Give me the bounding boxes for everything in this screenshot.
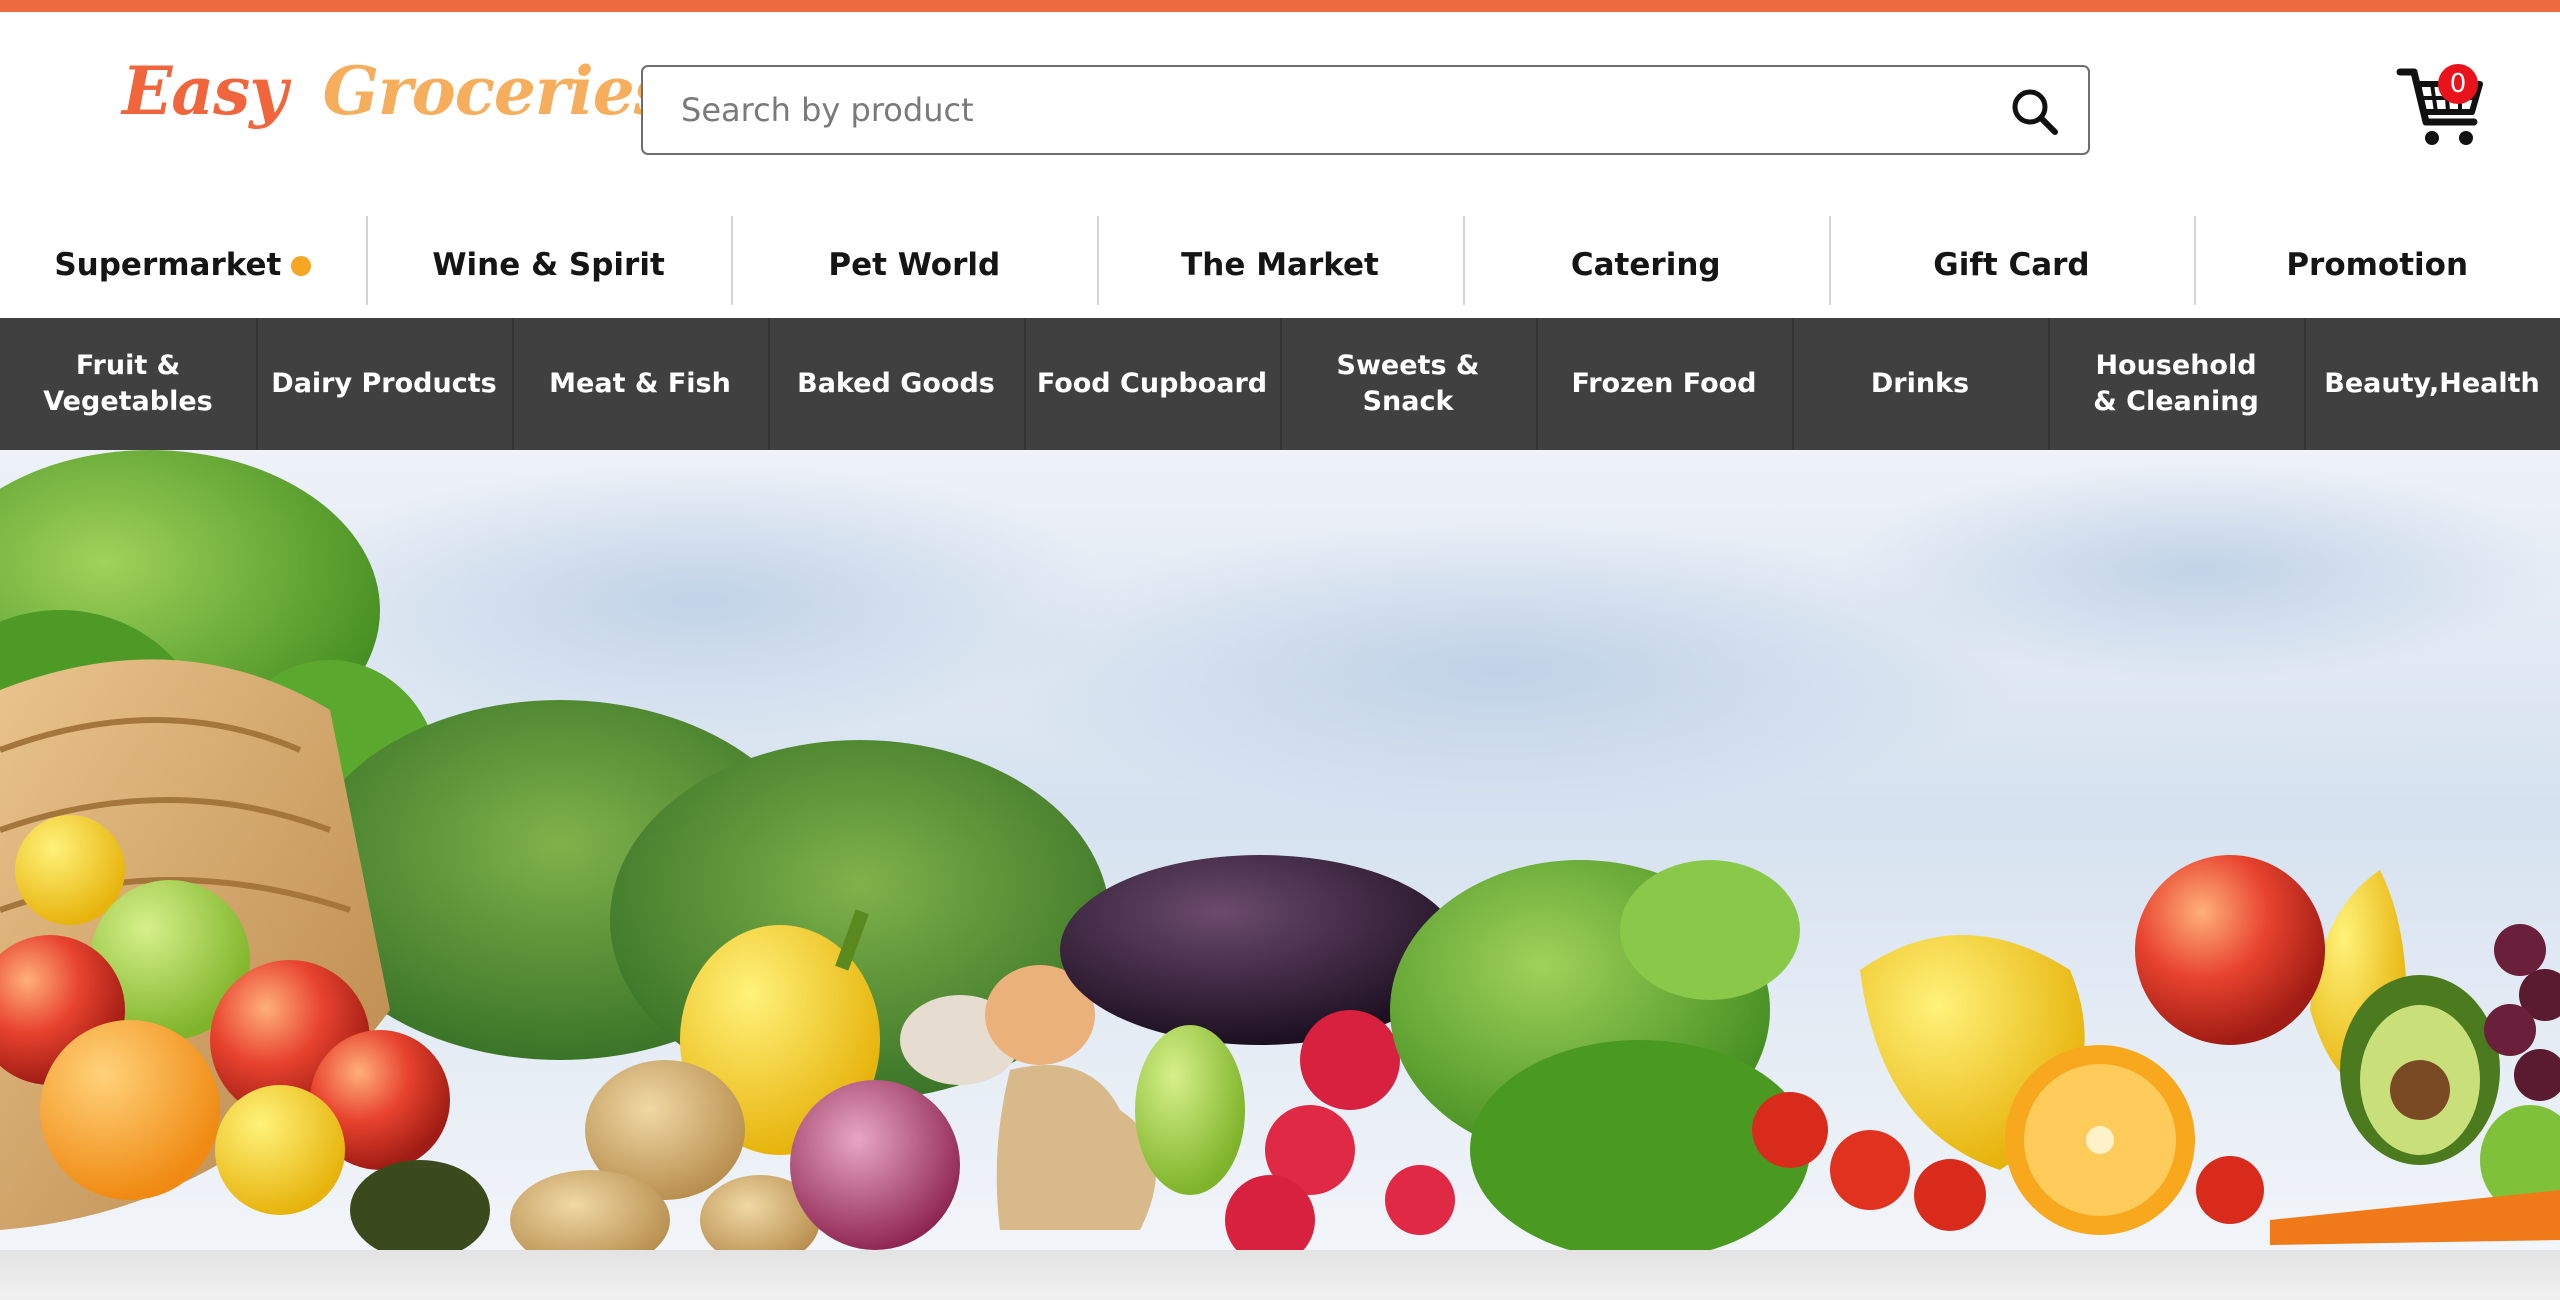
main-nav-label: Supermarket [54, 246, 282, 283]
category-label: Fruit & Vegetables [43, 350, 213, 417]
category-fruit-vegetables[interactable]: Fruit & Vegetables [0, 318, 256, 450]
category-label: Household & Cleaning [2093, 350, 2259, 417]
category-baked-goods[interactable]: Baked Goods [768, 318, 1024, 450]
main-nav: Supermarket Wine & Spirit Pet World The … [0, 210, 2560, 320]
search-button[interactable] [2008, 85, 2062, 139]
hero-produce-image [0, 450, 2560, 1250]
category-meat-fish[interactable]: Meat & Fish [512, 318, 768, 450]
category-sweets-snack[interactable]: Sweets & Snack [1280, 318, 1536, 450]
logo-word-groceries: Groceries [322, 52, 671, 130]
main-nav-wine-spirit[interactable]: Wine & Spirit [365, 210, 732, 319]
category-food-cupboard[interactable]: Food Cupboard [1024, 318, 1280, 450]
logo-word-easy: Easy [122, 52, 288, 130]
category-drinks[interactable]: Drinks [1792, 318, 2048, 450]
category-label: Baked Goods [797, 368, 995, 399]
category-household-cleaning[interactable]: Household & Cleaning [2048, 318, 2304, 450]
hero-banner[interactable] [0, 450, 2560, 1250]
cart-count-badge: 0 [2438, 64, 2478, 104]
category-dairy-products[interactable]: Dairy Products [256, 318, 512, 450]
page-content-strip [0, 1250, 2560, 1300]
category-nav: Fruit & Vegetables Dairy Products Meat &… [0, 318, 2560, 450]
category-label: Beauty,Health [2324, 368, 2540, 399]
main-nav-label: Catering [1570, 246, 1721, 283]
main-nav-gift-card[interactable]: Gift Card [1828, 210, 2195, 319]
search-bar [641, 65, 2090, 155]
main-nav-label: Gift Card [1933, 246, 2090, 283]
category-label: Food Cupboard [1036, 368, 1268, 399]
top-accent-strip [0, 0, 2560, 12]
main-nav-label: The Market [1181, 246, 1379, 283]
main-nav-the-market[interactable]: The Market [1097, 210, 1463, 319]
main-nav-supermarket[interactable]: Supermarket [0, 210, 366, 319]
main-nav-pet-world[interactable]: Pet World [731, 210, 1097, 319]
main-nav-catering[interactable]: Catering [1462, 210, 1829, 319]
category-label: Frozen Food [1571, 368, 1757, 399]
search-input[interactable] [681, 67, 1981, 153]
main-nav-label: Wine & Spirit [432, 246, 665, 283]
category-label: Sweets & Snack [1336, 350, 1480, 417]
main-nav-label: Pet World [828, 246, 1001, 283]
main-nav-label: Promotion [2286, 246, 2469, 283]
category-frozen-food[interactable]: Frozen Food [1536, 318, 1792, 450]
main-nav-promotion[interactable]: Promotion [2194, 210, 2560, 319]
active-indicator-dot [291, 255, 312, 276]
brand-logo[interactable]: Easy Groceries [122, 52, 671, 130]
category-beauty-health[interactable]: Beauty,Health [2304, 318, 2560, 450]
category-label: Meat & Fish [549, 368, 731, 399]
category-label: Drinks [1870, 368, 1970, 399]
search-icon [2012, 89, 2058, 135]
category-label: Dairy Products [271, 368, 497, 399]
